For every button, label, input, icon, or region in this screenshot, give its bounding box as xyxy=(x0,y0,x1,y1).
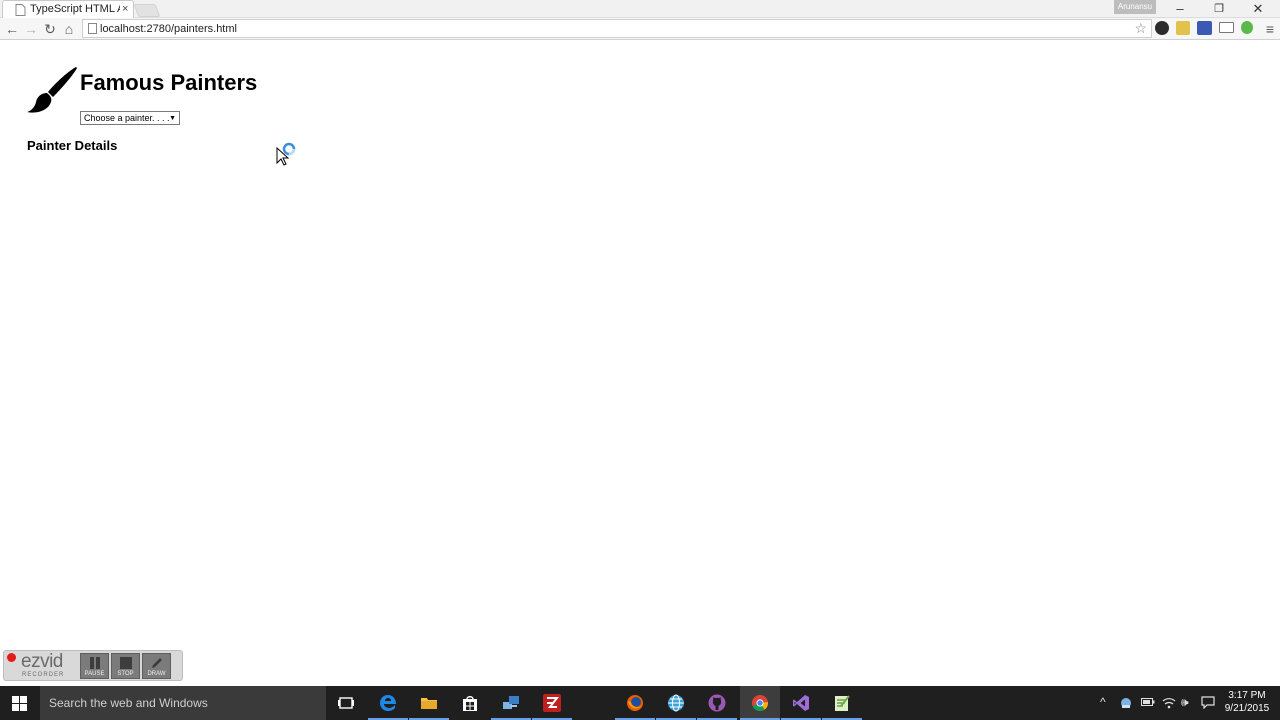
tray-cloud-icon[interactable] xyxy=(1119,696,1133,710)
ezvid-logo-subtitle: RECORDER xyxy=(22,672,65,678)
taskbar-chrome[interactable] xyxy=(740,686,780,720)
painter-details-heading: Painter Details xyxy=(27,138,118,153)
taskbar-filezilla[interactable] xyxy=(532,686,572,720)
taskbar-file-explorer[interactable] xyxy=(409,686,449,720)
globe-icon xyxy=(668,694,684,712)
back-button[interactable]: ← xyxy=(3,20,21,38)
visual-studio-icon xyxy=(793,695,809,711)
windows-logo-icon xyxy=(12,696,27,711)
extension-dark-icon[interactable] xyxy=(1155,21,1169,35)
taskbar-remote-desktop[interactable] xyxy=(491,686,531,720)
taskbar-clock[interactable]: 3:17 PM 9/21/2015 xyxy=(1218,689,1276,715)
stop-label: STOP xyxy=(117,671,134,677)
reload-button[interactable]: ↻ xyxy=(41,20,59,38)
taskbar-search[interactable]: Search the web and Windows xyxy=(40,686,326,720)
windows-taskbar: Search the web and Windows ^ 🕪 3:17 PM 9… xyxy=(0,686,1280,720)
profile-badge[interactable]: Arunansu xyxy=(1114,0,1156,14)
remote-desktop-icon xyxy=(503,696,519,709)
painter-select-value: Choose a painter. . . . xyxy=(84,113,170,123)
forward-button[interactable]: → xyxy=(22,20,40,38)
bookmark-star-icon[interactable]: ☆ xyxy=(1134,20,1147,37)
notifications-icon[interactable] xyxy=(1201,696,1215,709)
busy-cursor-icon xyxy=(276,142,296,166)
taskbar-visual-studio[interactable] xyxy=(781,686,821,720)
ezvid-recorder-widget: ezvid RECORDER PAUSE STOP DRAW xyxy=(3,650,183,681)
extension-green-icon[interactable] xyxy=(1241,21,1253,34)
address-url[interactable]: localhost:2780/painters.html xyxy=(100,22,237,36)
page-title: Famous Painters xyxy=(80,70,258,95)
extension-cast-icon[interactable] xyxy=(1219,22,1234,33)
firefox-icon xyxy=(627,695,643,711)
address-bar[interactable]: localhost:2780/painters.html ☆ xyxy=(82,19,1152,38)
home-button[interactable]: ⌂ xyxy=(60,20,78,38)
tab-close-icon[interactable]: × xyxy=(122,2,128,16)
extension-key-icon[interactable] xyxy=(1176,21,1190,35)
clock-time: 3:17 PM xyxy=(1228,690,1266,701)
menu-icon[interactable]: ≡ xyxy=(1261,20,1279,38)
tray-chevron-icon[interactable]: ^ xyxy=(1100,695,1106,709)
notepad-icon xyxy=(835,695,850,711)
pause-icon xyxy=(90,657,100,669)
task-view-icon xyxy=(338,697,354,709)
clock-date: 9/21/2015 xyxy=(1224,703,1270,714)
task-view-button[interactable] xyxy=(326,686,366,720)
taskbar-network-app[interactable] xyxy=(656,686,696,720)
painter-select[interactable]: Choose a painter. . . . ▼ xyxy=(80,111,180,125)
taskbar-search-placeholder: Search the web and Windows xyxy=(49,696,208,710)
page-icon xyxy=(88,23,97,34)
draw-label: DRAW xyxy=(147,671,166,677)
recording-indicator-icon xyxy=(7,653,16,662)
wifi-icon[interactable] xyxy=(1162,696,1176,709)
taskbar-github[interactable] xyxy=(697,686,737,720)
draw-button[interactable]: DRAW xyxy=(142,653,171,679)
pencil-icon xyxy=(152,658,162,668)
page-icon xyxy=(15,4,26,16)
paintbrush-icon xyxy=(27,67,77,113)
tab-title: TypeScript HTML App xyxy=(30,3,120,15)
close-window-button[interactable]: ✕ xyxy=(1243,1,1273,17)
filezilla-icon xyxy=(543,694,561,712)
pause-button[interactable]: PAUSE xyxy=(80,653,109,679)
folder-icon xyxy=(421,698,437,709)
taskbar-edge[interactable] xyxy=(368,686,408,720)
github-icon xyxy=(708,694,726,712)
browser-tab[interactable]: TypeScript HTML App × xyxy=(2,0,134,18)
store-icon xyxy=(463,696,477,711)
new-tab-button[interactable] xyxy=(133,4,161,17)
stop-button[interactable]: STOP xyxy=(111,653,140,679)
restore-button[interactable]: ❐ xyxy=(1204,1,1234,17)
chevron-down-icon: ▼ xyxy=(169,115,176,122)
page-content: Famous Painters Choose a painter. . . . … xyxy=(0,41,1280,686)
browser-toolbar: ← → ↻ ⌂ localhost:2780/painters.html ☆ ≡ xyxy=(0,18,1280,40)
browser-tab-strip: TypeScript HTML App × Arunansu – ❐ ✕ xyxy=(0,0,1280,18)
taskbar-firefox[interactable] xyxy=(615,686,655,720)
stop-icon xyxy=(120,657,132,669)
pause-label: PAUSE xyxy=(84,671,105,677)
extension-z-icon[interactable] xyxy=(1197,21,1212,35)
chrome-icon xyxy=(752,695,768,711)
start-button[interactable] xyxy=(0,686,40,720)
minimize-button[interactable]: – xyxy=(1165,1,1195,17)
taskbar-store[interactable] xyxy=(450,686,490,720)
battery-icon[interactable] xyxy=(1141,697,1155,707)
speaker-icon[interactable]: 🕪 xyxy=(1181,695,1189,709)
edge-icon xyxy=(380,695,396,711)
ezvid-logo: ezvid xyxy=(21,651,63,672)
taskbar-notepad[interactable] xyxy=(822,686,862,720)
